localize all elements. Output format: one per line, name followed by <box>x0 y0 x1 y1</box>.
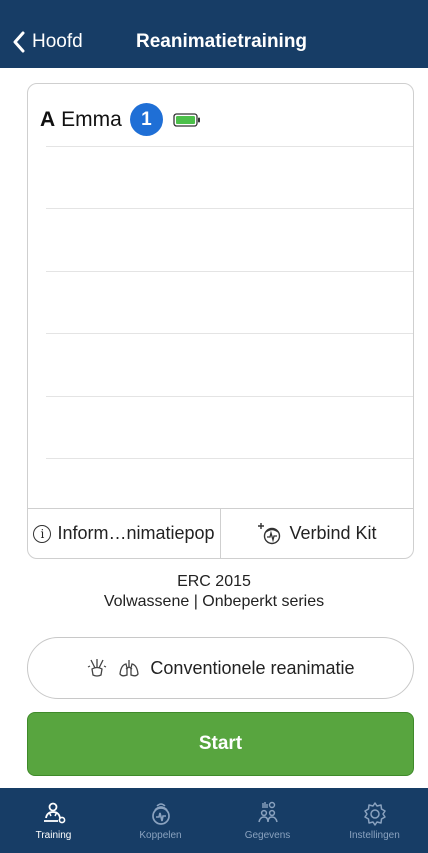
guideline-text: ERC 2015 <box>177 573 251 590</box>
tab-training[interactable]: Training <box>0 788 107 853</box>
student-row[interactable]: A Emma 1 <box>40 103 201 136</box>
settings-icon <box>363 801 386 826</box>
cpr-mode-label: Conventionele reanimatie <box>150 657 355 678</box>
empty-row-divider <box>46 146 413 147</box>
tab-label: Training <box>35 829 72 841</box>
empty-row-divider <box>46 458 413 459</box>
student-letter: A <box>40 107 56 131</box>
empty-row-divider <box>46 333 413 334</box>
training-icon <box>43 802 65 823</box>
back-button[interactable]: Hoofd <box>12 28 83 56</box>
compression-hands-icon <box>88 659 107 677</box>
cpr-mode-button[interactable]: Conventionele reanimatie <box>27 637 414 699</box>
chevron-left-icon <box>13 31 25 53</box>
tab-label: Koppelen <box>139 829 182 841</box>
tab-koppelen[interactable]: Koppelen <box>107 788 214 853</box>
tab-label: Gegevens <box>244 829 291 841</box>
protocol-info: ERC 2015 Volwassene | Onbeperkt series <box>0 572 428 612</box>
manikin-info-button[interactable]: i Inform…nimatiepop <box>28 509 220 558</box>
connect-kit-button[interactable]: Verbind Kit <box>220 509 413 558</box>
start-button[interactable]: Start <box>27 712 414 776</box>
nav-header: Hoofd Reanimatietraining <box>0 0 428 68</box>
student-card: A Emma 1 i Inform…nimatiepop Verbind Kit <box>27 83 414 559</box>
info-icon: i <box>33 524 52 543</box>
manikin-info-label: Inform…nimatiepop <box>57 523 215 543</box>
lungs-icon <box>119 660 140 677</box>
tab-bar: Training Koppelen Gegevens Instellingen <box>0 788 428 853</box>
protocol-settings-text: Volwassene | Onbeperkt series <box>103 593 325 610</box>
add-kit-icon <box>258 522 281 544</box>
student-number-badge: 1 <box>129 103 163 136</box>
mode-icons <box>86 657 140 679</box>
tab-instellingen[interactable]: Instellingen <box>321 788 428 853</box>
empty-row-divider <box>46 208 413 209</box>
back-label: Hoofd <box>32 31 83 52</box>
card-footer: i Inform…nimatiepop Verbind Kit <box>28 508 413 558</box>
tab-label: Instellingen <box>349 829 400 841</box>
tab-gegevens[interactable]: Gegevens <box>214 788 321 853</box>
empty-row-divider <box>46 271 413 272</box>
student-name: Emma <box>61 107 122 131</box>
empty-row-divider <box>46 396 413 397</box>
connect-icon <box>151 802 170 825</box>
battery-full-icon <box>173 112 201 127</box>
data-icon <box>257 801 278 822</box>
page-title: Reanimatietraining <box>136 31 308 52</box>
connect-kit-label: Verbind Kit <box>289 523 377 543</box>
